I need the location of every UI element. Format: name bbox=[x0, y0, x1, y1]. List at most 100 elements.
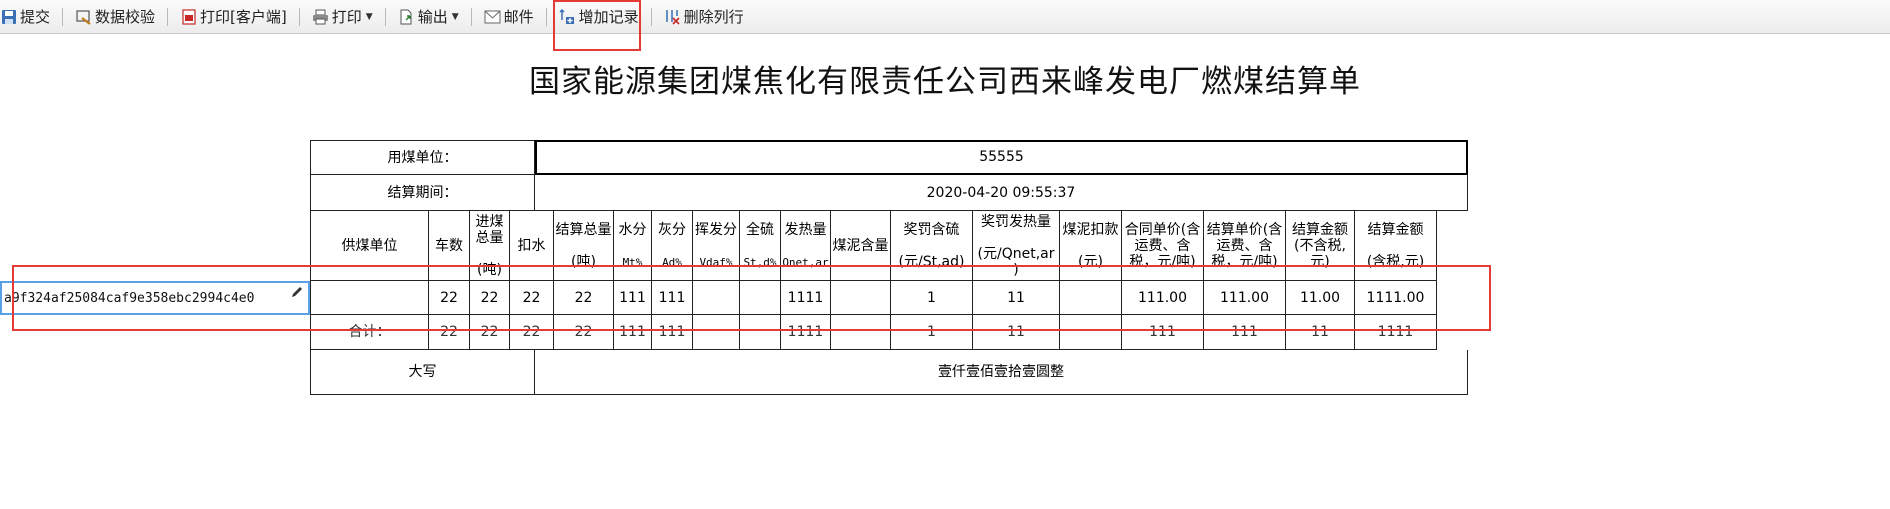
printer-icon bbox=[312, 8, 329, 25]
data-cell[interactable]: 111 bbox=[614, 281, 652, 315]
submit-label: 提交 bbox=[20, 8, 51, 26]
chevron-down-icon: ▼ bbox=[451, 11, 459, 22]
pdf-print-icon bbox=[180, 8, 197, 25]
column-header-label: 煤泥含量 bbox=[832, 237, 889, 254]
column-header: 合同单价(含 运费、含 税，元/吨) bbox=[1122, 211, 1204, 281]
data-cell[interactable]: 1 bbox=[891, 281, 973, 315]
column-header-label: 进煤总量 (吨) bbox=[475, 213, 504, 278]
period-value[interactable]: 2020-04-20 09:55:37 bbox=[535, 175, 1468, 211]
data-cell[interactable] bbox=[1060, 281, 1122, 315]
data-cell[interactable] bbox=[740, 281, 781, 315]
total-cell: 111 bbox=[1204, 315, 1286, 350]
column-header-label: 供煤单位 bbox=[341, 237, 398, 254]
column-header: 结算金额 (含税,元) bbox=[1355, 211, 1437, 281]
data-cell[interactable]: 111.00 bbox=[1204, 281, 1286, 315]
total-cell: 111 bbox=[1122, 315, 1204, 350]
data-cell[interactable]: 111.00 bbox=[1122, 281, 1204, 315]
export-dropdown-button[interactable]: 输出 ▼ bbox=[392, 4, 465, 30]
column-header: 结算总量 (吨) bbox=[554, 211, 614, 281]
validate-icon bbox=[75, 8, 92, 25]
page-title: 国家能源集团煤焦化有限责任公司西来峰发电厂燃煤结算单 bbox=[529, 64, 1361, 100]
data-cell[interactable]: 1111.00 bbox=[1355, 281, 1437, 315]
data-cell[interactable]: 11 bbox=[973, 281, 1060, 315]
column-header: 煤泥扣款 (元) bbox=[1060, 211, 1122, 281]
column-header-label: 灰分 bbox=[658, 222, 686, 239]
unit-value[interactable]: 55555 bbox=[535, 141, 1468, 175]
total-cell: 1111 bbox=[781, 315, 831, 350]
data-cell[interactable]: 1111 bbox=[781, 281, 831, 315]
supplier-cell[interactable] bbox=[311, 281, 429, 315]
validate-button[interactable]: 数据校验 bbox=[69, 4, 161, 30]
pencil-icon[interactable] bbox=[290, 285, 304, 299]
uppercase-label: 大写 bbox=[311, 350, 535, 395]
column-header-label: 合同单价(含 运费、含 税，元/吨) bbox=[1124, 221, 1201, 270]
data-cell[interactable]: 111 bbox=[652, 281, 693, 315]
data-cell[interactable]: 22 bbox=[510, 281, 554, 315]
total-cell: 22 bbox=[429, 315, 470, 350]
print-client-button[interactable]: 打印[客户端] bbox=[174, 4, 293, 30]
total-label: 合计： bbox=[311, 315, 429, 350]
data-cell[interactable]: 22 bbox=[470, 281, 510, 315]
column-header: 结算金额 (不含税, 元) bbox=[1286, 211, 1355, 281]
column-header-label: 全硫 bbox=[746, 222, 774, 239]
toolbar-separator bbox=[470, 7, 472, 26]
column-header-unit: Qnet,ar bbox=[782, 255, 829, 269]
mail-icon bbox=[484, 8, 501, 25]
column-header: 挥发分 Vdaf% bbox=[693, 211, 740, 281]
submit-button[interactable]: 提交 bbox=[0, 4, 56, 30]
total-cell: 11 bbox=[973, 315, 1060, 350]
total-cell: 11 bbox=[1286, 315, 1355, 350]
column-header: 煤泥含量 bbox=[831, 211, 891, 281]
delete-row-button[interactable]: 删除列行 bbox=[658, 4, 750, 30]
data-cell[interactable] bbox=[831, 281, 891, 315]
total-cell: 22 bbox=[554, 315, 614, 350]
column-header-unit: Ad% bbox=[662, 255, 682, 269]
total-cell bbox=[831, 315, 891, 350]
total-cell: 111 bbox=[614, 315, 652, 350]
total-cell: 22 bbox=[510, 315, 554, 350]
add-record-button[interactable]: 增加记录 bbox=[553, 4, 645, 30]
column-header: 奖罚含硫 (元/St,ad) bbox=[891, 211, 973, 281]
total-cell: 1 bbox=[891, 315, 973, 350]
column-header-label: 奖罚发热量 (元/Qnet,ar ) bbox=[977, 213, 1055, 278]
print-dropdown-button[interactable]: 打印 ▼ bbox=[306, 4, 379, 30]
validate-label: 数据校验 bbox=[95, 8, 156, 26]
data-cell[interactable]: 22 bbox=[429, 281, 470, 315]
column-header-label: 结算金额 (不含税, 元) bbox=[1292, 221, 1348, 270]
add-record-icon bbox=[559, 8, 576, 25]
toolbar-separator bbox=[62, 7, 64, 26]
column-header-label: 结算金额 (含税,元) bbox=[1366, 221, 1425, 270]
column-header: 灰分 Ad% bbox=[652, 211, 693, 281]
print-client-label: 打印[客户端] bbox=[200, 8, 287, 26]
unit-value-border bbox=[534, 140, 1468, 142]
toolbar-separator bbox=[384, 7, 386, 26]
column-header-label: 扣水 bbox=[517, 237, 546, 254]
print-label: 打印 bbox=[331, 8, 362, 26]
mail-button[interactable]: 邮件 bbox=[478, 4, 540, 30]
column-header-unit: St,d% bbox=[743, 255, 777, 269]
column-header: 全硫 St,d% bbox=[740, 211, 781, 281]
toolbar-separator bbox=[298, 7, 300, 26]
column-header: 发热量 Qnet,ar bbox=[781, 211, 831, 281]
toolbar: 提交 数据校验 打印[客户端] 打印 ▼ 输出 ▼ 邮件 增加记录 删除列行 bbox=[0, 0, 1890, 34]
column-header: 结算单价(含 运费、含 税，元/吨) bbox=[1204, 211, 1286, 281]
delete-row-label: 删除列行 bbox=[683, 8, 744, 26]
export-label: 输出 bbox=[417, 8, 448, 26]
column-header-label: 结算总量 (吨) bbox=[555, 221, 612, 270]
data-cell[interactable] bbox=[693, 281, 740, 315]
save-icon bbox=[0, 8, 17, 25]
column-header-label: 车数 bbox=[435, 237, 463, 254]
toolbar-separator bbox=[167, 7, 169, 26]
column-header: 水分 Mt% bbox=[614, 211, 652, 281]
total-cell: 111 bbox=[652, 315, 693, 350]
period-label: 结算期间： bbox=[311, 175, 535, 211]
supplier-edit-input[interactable]: a9f324af25084caf9e358ebc2994c4e0 bbox=[0, 281, 310, 315]
total-cell: 22 bbox=[470, 315, 510, 350]
data-cell[interactable]: 11.00 bbox=[1286, 281, 1355, 315]
uppercase-value: 壹仟壹佰壹拾壹圆整 bbox=[535, 350, 1468, 395]
data-cell[interactable]: 22 bbox=[554, 281, 614, 315]
column-header: 扣水 bbox=[510, 211, 554, 281]
total-cell bbox=[740, 315, 781, 350]
column-header-label: 发热量 bbox=[784, 222, 827, 239]
column-header-unit: Mt% bbox=[622, 255, 643, 269]
